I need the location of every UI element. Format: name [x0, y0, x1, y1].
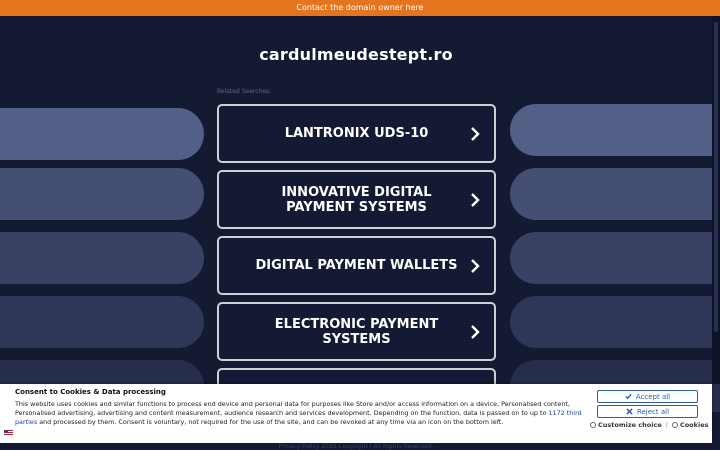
link-separator: | [665, 421, 668, 429]
consent-description: This website uses cookies and similar fu… [15, 400, 585, 427]
search-link-label: LANTRONIX UDS-10 [284, 126, 429, 141]
chevron-right-icon [471, 258, 480, 273]
us-flag-icon[interactable] [4, 430, 13, 436]
cookies-link[interactable]: Cookies [671, 421, 709, 429]
bg-stripe [0, 108, 204, 160]
customize-choice-link[interactable]: Customize choice [590, 421, 662, 429]
consent-text-before: This website uses cookies and similar fu… [15, 400, 570, 417]
cookie-icon [671, 422, 678, 428]
chevron-right-icon [471, 126, 480, 141]
search-link-label: DIGITAL PAYMENT WALLETS [255, 258, 458, 273]
bg-stripe [0, 232, 204, 284]
domain-title: cardulmeudestept.ro [259, 45, 453, 64]
reject-all-label: Reject all [636, 407, 670, 416]
related-searches-label: Related Searches: [217, 88, 272, 95]
search-link-label: ELECTRONIC PAYMENT SYSTEMS [274, 316, 439, 347]
customize-choice-label: Customize choice [598, 421, 662, 429]
scrollbar-thumb[interactable] [714, 22, 718, 332]
consent-title: Consent to Cookies & Data processing [15, 388, 166, 396]
contact-domain-owner-bar[interactable]: Contact the domain owner here [0, 0, 720, 16]
chevron-right-icon [471, 192, 480, 207]
bg-stripe [510, 232, 720, 284]
footer-text: Privacy Policy 2025 Copyright | All Righ… [278, 443, 434, 450]
search-link-lantronix-uds-10[interactable]: LANTRONIX UDS-10 [217, 104, 496, 163]
bg-stripe [0, 168, 204, 220]
consent-links: Customize choice | Cookies [590, 421, 708, 429]
accept-all-button[interactable]: Accept all [597, 390, 698, 403]
bg-stripe [510, 296, 720, 348]
bg-stripe [0, 296, 204, 348]
chevron-right-icon [471, 324, 480, 339]
accept-all-label: Accept all [635, 392, 671, 401]
search-link-electronic-payment-systems[interactable]: ELECTRONIC PAYMENT SYSTEMS [217, 302, 496, 361]
consent-text-after: and processed by them. Consent is volunt… [37, 418, 504, 426]
search-link-innovative-digital-payment-systems[interactable]: INNOVATIVE DIGITAL PAYMENT SYSTEMS [217, 170, 496, 229]
search-link-label: INNOVATIVE DIGITAL PAYMENT SYSTEMS [281, 184, 432, 215]
checkmark-icon [625, 393, 632, 400]
search-link-digital-payment-wallets[interactable]: DIGITAL PAYMENT WALLETS [217, 236, 496, 295]
settings-icon [590, 422, 596, 428]
cookies-label: Cookies [679, 421, 709, 429]
bg-stripe [510, 168, 720, 220]
bg-stripe [510, 104, 720, 156]
cookie-consent-banner: Consent to Cookies & Data processing Thi… [0, 384, 712, 443]
close-icon [626, 408, 633, 415]
reject-all-button[interactable]: Reject all [597, 405, 698, 418]
